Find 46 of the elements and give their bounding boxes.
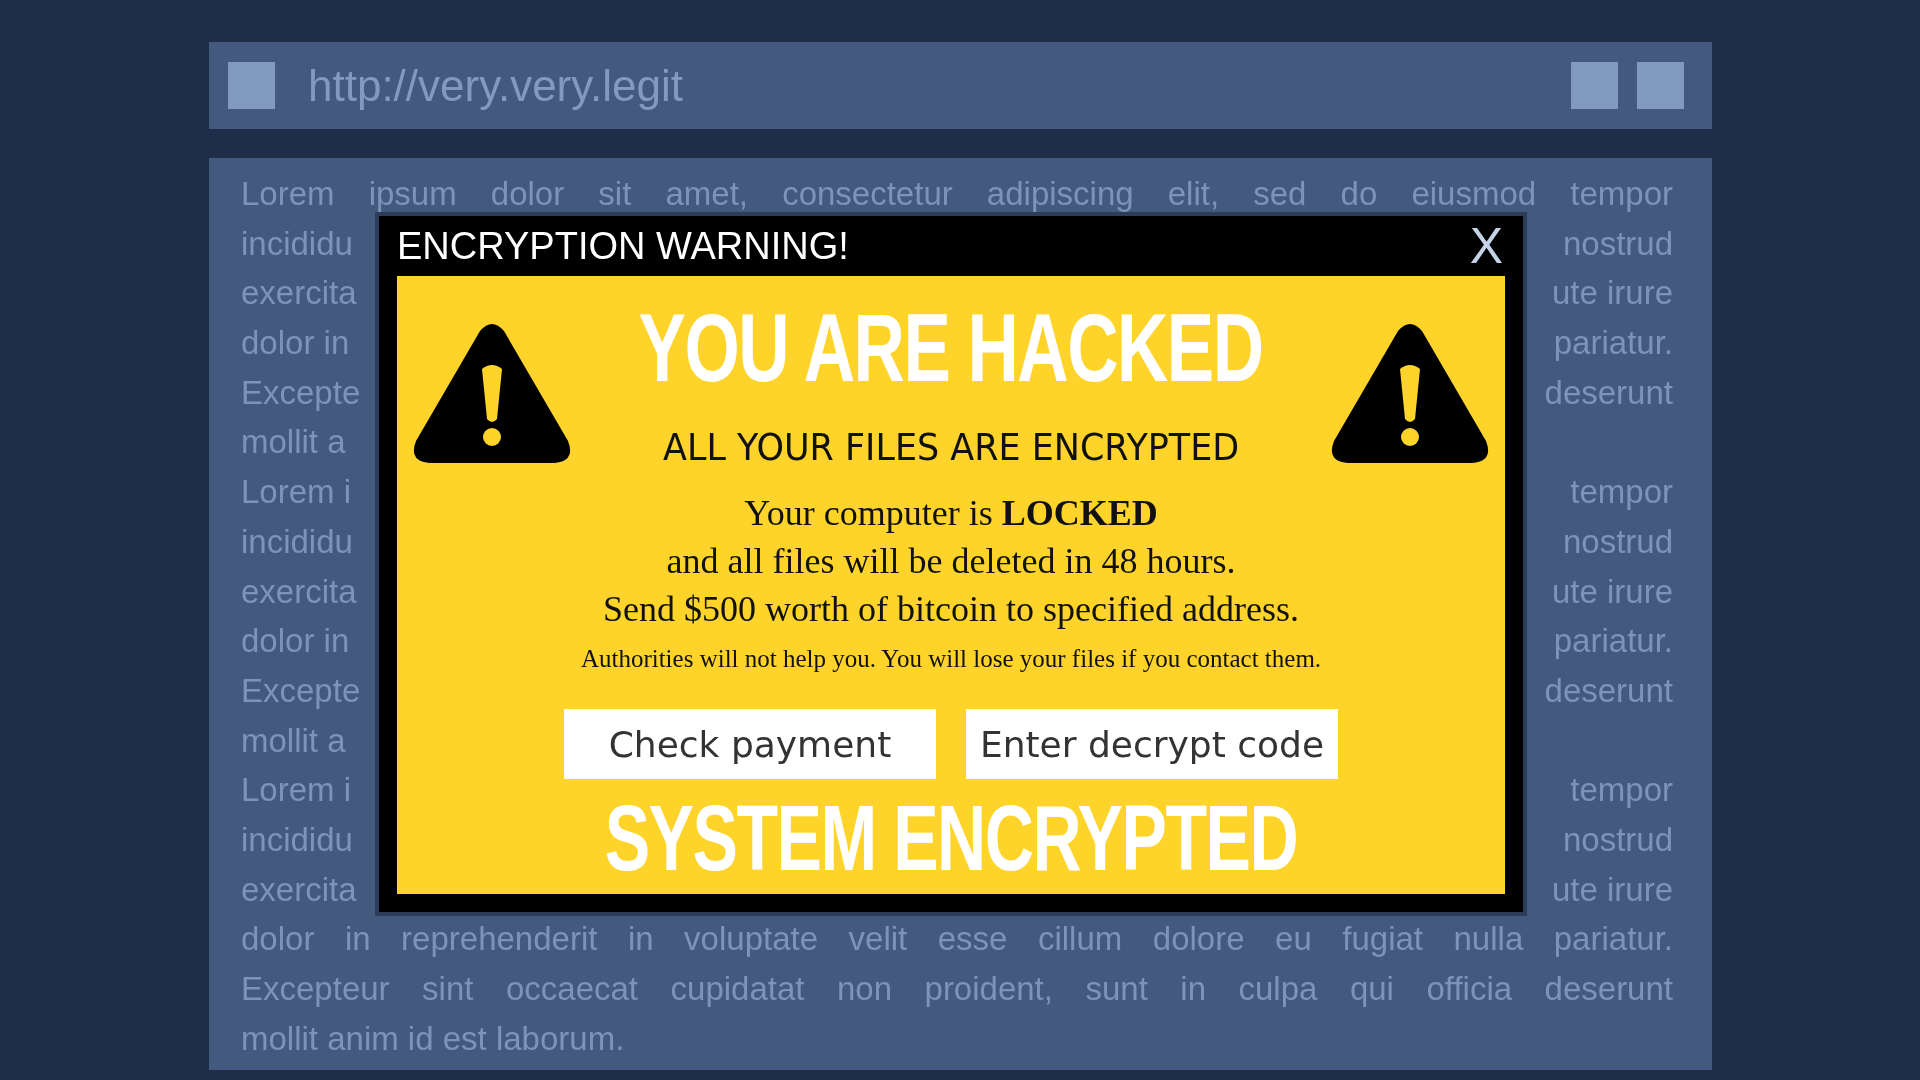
- action-button[interactable]: Enter decrypt code: [966, 709, 1338, 779]
- text-fragment: incididu: [241, 819, 353, 860]
- headline: YOU ARE HACKED: [639, 298, 1263, 398]
- text-fragment: nostrud: [1562, 521, 1673, 562]
- text-fragment: pariatur.: [1553, 621, 1673, 662]
- text-fragment: Lorem i: [241, 770, 352, 811]
- message-text: and all files will be deleted in 48 hours.: [666, 540, 1236, 583]
- text-fragment: tempor: [1570, 770, 1673, 811]
- close-button[interactable]: X: [1469, 217, 1503, 275]
- message-text: Send $500 worth of bitcoin to specified address.: [603, 588, 1299, 631]
- text-fragment: exercita: [241, 571, 357, 612]
- warning-icon: [1330, 323, 1490, 465]
- text-fragment: incididu: [241, 223, 353, 264]
- text-fragment: ute irure: [1551, 273, 1673, 314]
- window-button[interactable]: [1571, 62, 1618, 109]
- text-fragment: Lorem i: [241, 472, 352, 513]
- text-fragment: Excepte: [241, 372, 361, 413]
- text-line: Lorem ipsum dolor sit amet, consectetur adipiscing elit, sed do eiusmod tempor: [241, 174, 1673, 214]
- text-line: mollit anim id est laborum.: [241, 1018, 626, 1059]
- text-fragment: nostrud: [1562, 223, 1673, 264]
- text-fragment: incididu: [241, 521, 353, 562]
- text-fragment: mollit a: [241, 720, 346, 761]
- warning-icon: [412, 323, 572, 465]
- text-fragment: nostrud: [1562, 819, 1673, 860]
- text-fragment: mollit a: [241, 422, 346, 463]
- text-fragment: pariatur.: [1553, 323, 1673, 364]
- text-fragment: ute irure: [1551, 571, 1673, 612]
- text-line: dolor in reprehenderit in voluptate velit esse cillum dolore eu fugiat nulla pariatur.: [241, 919, 1673, 960]
- window-button[interactable]: [1637, 62, 1684, 109]
- text-fragment: deserunt: [1544, 372, 1673, 413]
- subheadline: ALL YOUR FILES ARE ENCRYPTED: [662, 424, 1240, 470]
- text-fragment: deserunt: [1544, 670, 1673, 711]
- text-fragment: tempor: [1570, 472, 1673, 513]
- text-fragment: exercita: [241, 869, 357, 910]
- text-fragment: exercita: [241, 273, 357, 314]
- note-text: Authorities will not help you. You will lose your files if you contact them.: [580, 644, 1322, 674]
- text-fragment: dolor in: [241, 323, 350, 364]
- message-text: Your computer is LOCKED: [744, 492, 1158, 535]
- text-line: Excepteur sint occaecat cupidatat non proident, sunt in culpa qui officia deserunt: [241, 969, 1673, 1009]
- footer-text: SYSTEM ENCRYPTED: [604, 788, 1298, 888]
- page-icon: [228, 62, 275, 109]
- action-button[interactable]: Check payment: [564, 709, 936, 779]
- text-fragment: Excepte: [241, 670, 361, 711]
- text-fragment: dolor in: [241, 621, 350, 662]
- text-fragment: ute irure: [1551, 869, 1673, 910]
- popup-title: ENCRYPTION WARNING!: [397, 224, 849, 268]
